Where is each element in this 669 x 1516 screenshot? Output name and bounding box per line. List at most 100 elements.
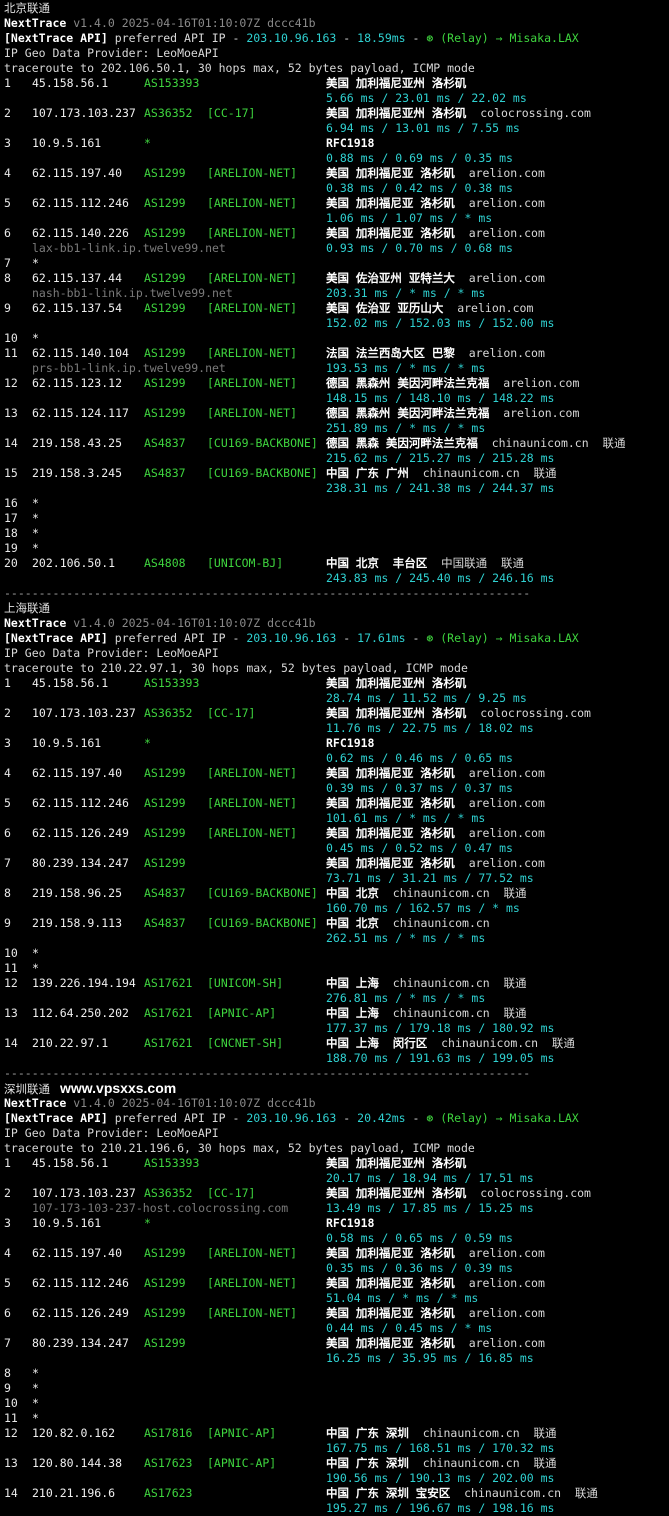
hop-number: 16 bbox=[4, 496, 18, 510]
hop-tag: [ARELION-NET] bbox=[207, 376, 298, 390]
hop-number: 14 bbox=[4, 1036, 18, 1050]
geo-provider-line: IP Geo Data Provider: LeoMoeAPI bbox=[4, 46, 666, 61]
hop-row: 3 10.9.5.161 * RFC1918 bbox=[4, 736, 666, 751]
hop-ip: 80.239.134.247 bbox=[32, 856, 129, 870]
hop-number: 7 bbox=[4, 856, 11, 870]
hop-detail-row: 177.37 ms / 179.18 ms / 180.92 ms bbox=[4, 1021, 666, 1036]
hop-org: arelion.com bbox=[454, 1336, 545, 1350]
hop-location: 德国 黑森州 美因河畔法兰克福 arelion.com bbox=[326, 406, 580, 420]
hop-number: 5 bbox=[4, 1276, 11, 1290]
hop-number: 18 bbox=[4, 526, 18, 540]
hop-row: 19 * bbox=[4, 541, 666, 556]
traceroute-line: traceroute to 210.22.97.1, 30 hops max, … bbox=[4, 661, 666, 676]
hop-row: 14 210.21.196.6 AS17623 中国 广东 深圳 宝安区 chinau… bbox=[4, 1486, 666, 1501]
hop-rtt: 13.49 ms / 17.85 ms / 15.25 ms bbox=[326, 1201, 534, 1215]
hop-asn: AS17621 bbox=[144, 976, 193, 990]
hop-location: 美国 加利福尼亚州 洛杉矶 bbox=[326, 1156, 467, 1170]
hop-location: 美国 加利福尼亚 洛杉矶 arelion.com bbox=[326, 796, 545, 810]
traceroute-command: traceroute to 202.106.50.1, 30 hops max,… bbox=[4, 61, 475, 75]
hop-location: 美国 加利福尼亚 洛杉矶 arelion.com bbox=[326, 1276, 545, 1290]
hop-ip: 120.82.0.162 bbox=[32, 1426, 116, 1440]
geo-provider: IP Geo Data Provider: LeoMoeAPI bbox=[4, 46, 219, 60]
hop-number: 11 bbox=[4, 346, 18, 360]
hop-asn: AS1299 bbox=[144, 1306, 186, 1320]
hop-asn: AS153393 bbox=[144, 76, 200, 90]
hop-rtt: 0.58 ms / 0.65 ms / 0.59 ms bbox=[326, 1231, 513, 1245]
hop-asn: AS17623 bbox=[144, 1486, 193, 1500]
hop-ip: 62.115.197.40 bbox=[32, 1246, 123, 1260]
geo-provider-line: IP Geo Data Provider: LeoMoeAPI bbox=[4, 1126, 666, 1141]
hop-number: 5 bbox=[4, 796, 11, 810]
hop-number: 14 bbox=[4, 436, 18, 450]
hop-asn: AS153393 bbox=[144, 1156, 200, 1170]
hop-rtt: 251.89 ms / * ms / * ms bbox=[326, 421, 486, 435]
hop-row: 7 80.239.134.247 AS1299 美国 加利福尼亚 洛杉矶 arelio… bbox=[4, 1336, 666, 1351]
hop-org: chinaunicom.cn bbox=[378, 916, 490, 930]
traceroute-line: traceroute to 210.21.196.6, 30 hops max,… bbox=[4, 1141, 666, 1156]
hop-ip: 45.158.56.1 bbox=[32, 1156, 109, 1170]
hop-tag: [APNIC-AP] bbox=[207, 1006, 277, 1020]
hop-asn: AS1299 bbox=[144, 196, 186, 210]
hop-location: 美国 加利福尼亚 洛杉矶 arelion.com bbox=[326, 166, 545, 180]
hop-number: 12 bbox=[4, 376, 18, 390]
hop-location: 美国 加利福尼亚 洛杉矶 arelion.com bbox=[326, 196, 545, 210]
hop-rtt: 215.62 ms / 215.27 ms / 215.28 ms bbox=[326, 451, 555, 465]
hop-rtt: 0.44 ms / 0.45 ms / * ms bbox=[326, 1321, 493, 1335]
hop-row: 10 * bbox=[4, 1396, 666, 1411]
hop-number: 11 bbox=[4, 961, 18, 975]
hop-location: 美国 加利福尼亚州 洛杉矶 colocrossing.com bbox=[326, 106, 591, 120]
hop-number: 3 bbox=[4, 136, 11, 150]
hop-detail-row: 107-173-103-237-host.colocrossing.com 13.… bbox=[4, 1201, 666, 1216]
hop-timeout: * bbox=[32, 961, 39, 975]
hop-org: colocrossing.com bbox=[466, 1186, 591, 1200]
relay-icon: ⊛ bbox=[426, 31, 441, 45]
hop-row: 17 * bbox=[4, 511, 666, 526]
hop-org: arelion.com bbox=[454, 196, 545, 210]
section-title-text: 深圳联通 bbox=[4, 1082, 50, 1096]
api-label: [NextTrace API] bbox=[4, 1111, 108, 1125]
hop-rdns: 107-173-103-237-host.colocrossing.com bbox=[32, 1201, 289, 1215]
hop-number: 2 bbox=[4, 106, 11, 120]
hop-timeout: * bbox=[32, 511, 39, 525]
hop-tag: [ARELION-NET] bbox=[207, 346, 298, 360]
hop-asn: AS1299 bbox=[144, 766, 186, 780]
hop-location: 美国 加利福尼亚 洛杉矶 arelion.com bbox=[326, 1306, 545, 1320]
api-label: [NextTrace API] bbox=[4, 631, 108, 645]
hop-row: 14 210.22.97.1 AS17621 [CNCNET-SH] 中国 上海 闵行区… bbox=[4, 1036, 666, 1051]
hop-rtt: 152.02 ms / 152.03 ms / 152.00 ms bbox=[326, 316, 555, 330]
app-version: v1.4.0 2025-04-16T01:10:07Z dccc41b bbox=[73, 16, 316, 30]
api-ip: 203.10.96.163 bbox=[246, 631, 337, 645]
hop-row: 5 62.115.112.246 AS1299 [ARELION-NET] 美国 加利福… bbox=[4, 1276, 666, 1291]
hop-asn: AS1299 bbox=[144, 376, 186, 390]
hop-asn: AS36352 bbox=[144, 106, 193, 120]
geo-provider: IP Geo Data Provider: LeoMoeAPI bbox=[4, 646, 219, 660]
hop-row: 8 219.158.96.25 AS4837 [CU169-BACKBONE] 中国 北… bbox=[4, 886, 666, 901]
hop-rtt: 6.94 ms / 13.01 ms / 7.55 ms bbox=[326, 121, 520, 135]
hop-tag: [CU169-BACKBONE] bbox=[207, 466, 318, 480]
hop-detail-row: 215.62 ms / 215.27 ms / 215.28 ms bbox=[4, 451, 666, 466]
api-latency: 17.61ms bbox=[357, 631, 406, 645]
hop-rtt: 262.51 ms / * ms / * ms bbox=[326, 931, 486, 945]
hop-row: 1 45.158.56.1 AS153393 美国 加利福尼亚州 洛杉矶 bbox=[4, 676, 666, 691]
hop-location: 法国 法兰西岛大区 巴黎 arelion.com bbox=[326, 346, 545, 360]
hop-detail-row: 0.45 ms / 0.52 ms / 0.47 ms bbox=[4, 841, 666, 856]
hop-row: 11 62.115.140.104 AS1299 [ARELION-NET] 法国 法兰… bbox=[4, 346, 666, 361]
hop-row: 14 219.158.43.25 AS4837 [CU169-BACKBONE] 德国 … bbox=[4, 436, 666, 451]
api-ip: 203.10.96.163 bbox=[246, 1111, 337, 1125]
hop-tag: [ARELION-NET] bbox=[207, 196, 298, 210]
hop-rtt: 243.83 ms / 245.40 ms / 246.16 ms bbox=[326, 571, 555, 585]
hop-ip: 219.158.43.25 bbox=[32, 436, 123, 450]
hop-timeout: * bbox=[32, 1396, 39, 1410]
hop-org: arelion.com bbox=[454, 1276, 545, 1290]
hop-ip: 62.115.126.249 bbox=[32, 1306, 129, 1320]
relay-icon: ⊛ bbox=[426, 1111, 441, 1125]
hop-detail-row: prs-bb1-link.ip.twelve99.net 193.53 ms / … bbox=[4, 361, 666, 376]
hop-ip: 62.115.197.40 bbox=[32, 166, 123, 180]
hop-location: 中国 广东 广州 chinaunicom.cn 联通 bbox=[326, 466, 557, 480]
hop-org: colocrossing.com bbox=[466, 706, 591, 720]
hop-asn: AS1299 bbox=[144, 796, 186, 810]
hop-detail-row: 0.62 ms / 0.46 ms / 0.65 ms bbox=[4, 751, 666, 766]
hop-detail-row: 167.75 ms / 168.51 ms / 170.32 ms bbox=[4, 1441, 666, 1456]
hop-asn: AS153393 bbox=[144, 676, 200, 690]
hop-ip: 62.115.123.12 bbox=[32, 376, 123, 390]
